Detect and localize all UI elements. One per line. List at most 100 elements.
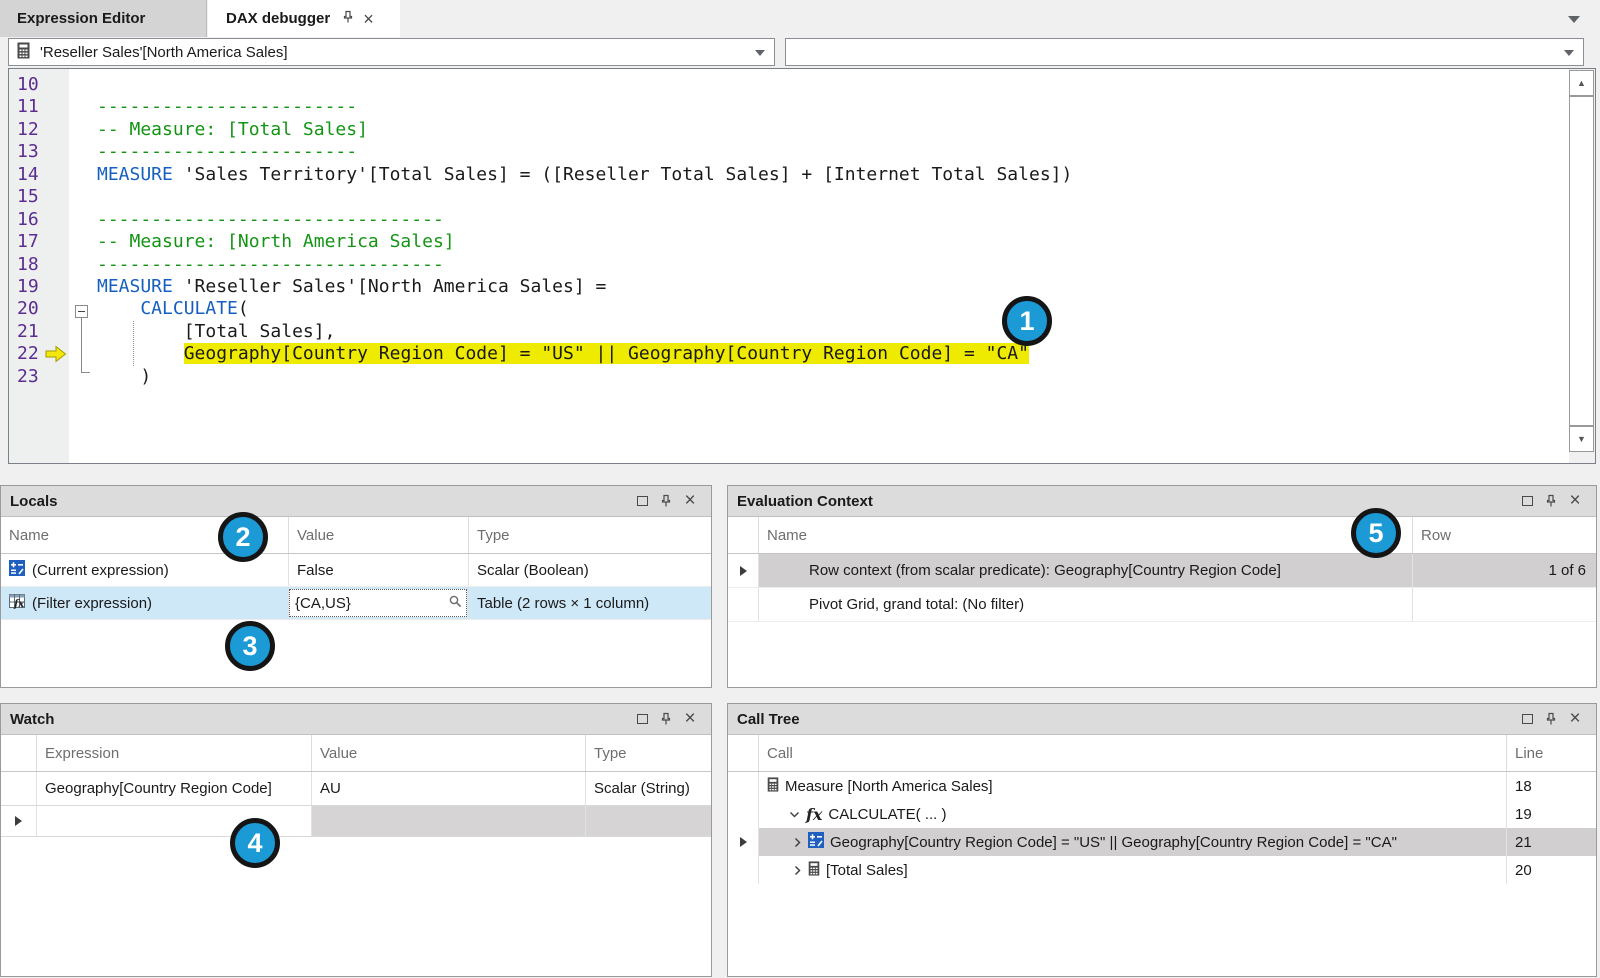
locals-row-type: Table (2 rows × 1 column) — [477, 595, 649, 612]
maximize-icon[interactable] — [1515, 708, 1539, 730]
column-header-expression[interactable]: Expression — [37, 735, 312, 771]
expression-icon — [808, 832, 824, 852]
maximize-icon[interactable] — [1515, 490, 1539, 512]
code-editor[interactable]: 10 11------------------------ 12-- Measu… — [8, 68, 1596, 464]
call-tree-row-predicate[interactable]: Geography[Country Region Code] = "US" ||… — [728, 828, 1596, 856]
line-number: 10 — [9, 74, 69, 96]
column-header-type[interactable]: Type — [469, 517, 711, 553]
context-row-count: 1 of 6 — [1548, 562, 1586, 579]
editor-scrollbar[interactable]: ▲ ▼ — [1569, 69, 1595, 463]
calculator-icon — [767, 777, 779, 796]
column-header-call[interactable]: Call — [759, 735, 1507, 771]
pin-icon[interactable] — [1539, 708, 1563, 730]
row-marker-icon — [15, 816, 22, 826]
watch-header: Expression Value Type — [1, 735, 711, 772]
call-label: Measure [North America Sales] — [785, 778, 993, 795]
calculator-icon — [17, 42, 30, 63]
pin-icon[interactable] — [1539, 490, 1563, 512]
pin-icon[interactable] — [654, 490, 678, 512]
expression-selector-combobox[interactable]: 'Reseller Sales'[North America Sales] — [8, 38, 775, 66]
maximize-icon[interactable] — [630, 708, 654, 730]
column-header-line[interactable]: Line — [1507, 735, 1596, 771]
filter-table-icon: fx — [9, 593, 25, 613]
magnifier-icon[interactable] — [449, 595, 462, 612]
call-line-number: 20 — [1515, 862, 1532, 879]
close-icon[interactable]: × — [1563, 708, 1587, 730]
callout-badge-1: 1 — [1002, 296, 1052, 346]
scroll-down-icon[interactable]: ▼ — [1569, 426, 1594, 452]
column-header-row[interactable]: Row — [1413, 517, 1596, 553]
locals-row-value: {CA,US} — [295, 595, 351, 612]
watch-title: Watch — [10, 711, 54, 728]
code-line: 16-------------------------------- — [9, 209, 1568, 231]
filter-value-cell[interactable]: {CA,US} — [289, 589, 467, 617]
line-number: 12 — [9, 119, 69, 141]
code-lines: 10 11------------------------ 12-- Measu… — [9, 74, 1568, 388]
locals-title-bar: Locals × — [1, 486, 711, 517]
callout-badge-3: 3 — [225, 621, 275, 671]
code-fold-collapse-icon[interactable] — [75, 305, 88, 318]
calculator-icon — [808, 861, 820, 880]
locals-row-filter-expression[interactable]: fx (Filter expression) {CA,US} Table (2 … — [1, 587, 711, 620]
code-line: 20 CALCULATE( — [9, 298, 1568, 320]
watch-row[interactable]: Geography[Country Region Code] AU Scalar… — [1, 772, 711, 806]
call-label: CALCULATE( ... ) — [828, 806, 946, 823]
code-line: 19MEASURE 'Reseller Sales'[North America… — [9, 276, 1568, 298]
close-icon[interactable]: × — [1563, 490, 1587, 512]
column-header-value[interactable]: Value — [312, 735, 586, 771]
column-header-value[interactable]: Value — [289, 517, 469, 553]
evaluation-context-row[interactable]: Row context (from scalar predicate): Geo… — [728, 554, 1596, 588]
tab-dax-debugger[interactable]: DAX debugger × — [208, 0, 400, 37]
scrollbar-thumb[interactable] — [1569, 96, 1594, 426]
close-icon[interactable]: × — [678, 490, 702, 512]
secondary-combobox[interactable] — [785, 38, 1584, 66]
line-number: 18 — [9, 254, 69, 276]
locals-row-type: Scalar (Boolean) — [477, 562, 589, 579]
call-tree-title: Call Tree — [737, 711, 800, 728]
line-number: 13 — [9, 141, 69, 163]
code-fold-line-end — [81, 372, 90, 373]
pin-icon[interactable] — [342, 10, 354, 28]
locals-title: Locals — [10, 493, 58, 510]
chevron-down-icon[interactable] — [789, 810, 800, 819]
line-number: 20 — [9, 298, 69, 320]
maximize-icon[interactable] — [630, 490, 654, 512]
column-header-type[interactable]: Type — [586, 735, 711, 771]
call-tree-row-total-sales[interactable]: [Total Sales] 20 — [728, 856, 1596, 884]
line-number: 16 — [9, 209, 69, 231]
close-icon[interactable]: × — [363, 12, 374, 26]
line-number: 21 — [9, 321, 69, 343]
watch-type: Scalar (String) — [594, 780, 690, 797]
call-label: Geography[Country Region Code] = "US" ||… — [830, 834, 1397, 851]
expression-selector-value: 'Reseller Sales'[North America Sales] — [40, 44, 288, 61]
evaluation-context-row[interactable]: Pivot Grid, grand total: (No filter) — [728, 588, 1596, 622]
callout-badge-4: 4 — [230, 818, 280, 868]
function-icon: fx — [806, 805, 822, 824]
locals-row-current-expression[interactable]: (Current expression) False Scalar (Boole… — [1, 554, 711, 587]
call-tree-row-calculate[interactable]: fx CALCULATE( ... ) 19 — [728, 800, 1596, 828]
row-marker-icon — [740, 566, 747, 576]
highlighted-expression: Geography[Country Region Code] = "US" ||… — [184, 343, 1029, 364]
current-statement-arrow-icon — [45, 345, 67, 367]
scroll-up-icon[interactable]: ▲ — [1569, 70, 1594, 96]
chevron-right-icon[interactable] — [793, 865, 802, 876]
close-icon[interactable]: × — [678, 708, 702, 730]
tab-expression-editor-label: Expression Editor — [17, 10, 145, 27]
tab-list-chevron-down-icon[interactable] — [1568, 16, 1580, 23]
code-line: 18-------------------------------- — [9, 254, 1568, 276]
pin-icon[interactable] — [654, 708, 678, 730]
watch-new-row[interactable] — [1, 806, 711, 837]
locals-row-name: (Filter expression) — [32, 595, 152, 612]
column-header-name[interactable]: Name — [759, 517, 1413, 553]
code-fold-line — [81, 318, 82, 373]
call-tree-header: Call Line — [728, 735, 1596, 772]
call-tree-row-measure[interactable]: Measure [North America Sales] 18 — [728, 772, 1596, 800]
watch-title-bar: Watch × — [1, 704, 711, 735]
code-line: 21 [Total Sales], — [9, 321, 1568, 343]
code-line: 11------------------------ — [9, 96, 1568, 118]
watch-value: AU — [320, 780, 341, 797]
locals-header: Name Value Type — [1, 517, 711, 554]
chevron-right-icon[interactable] — [793, 837, 802, 848]
tab-expression-editor[interactable]: Expression Editor — [0, 0, 207, 37]
code-line: 15 — [9, 186, 1568, 208]
